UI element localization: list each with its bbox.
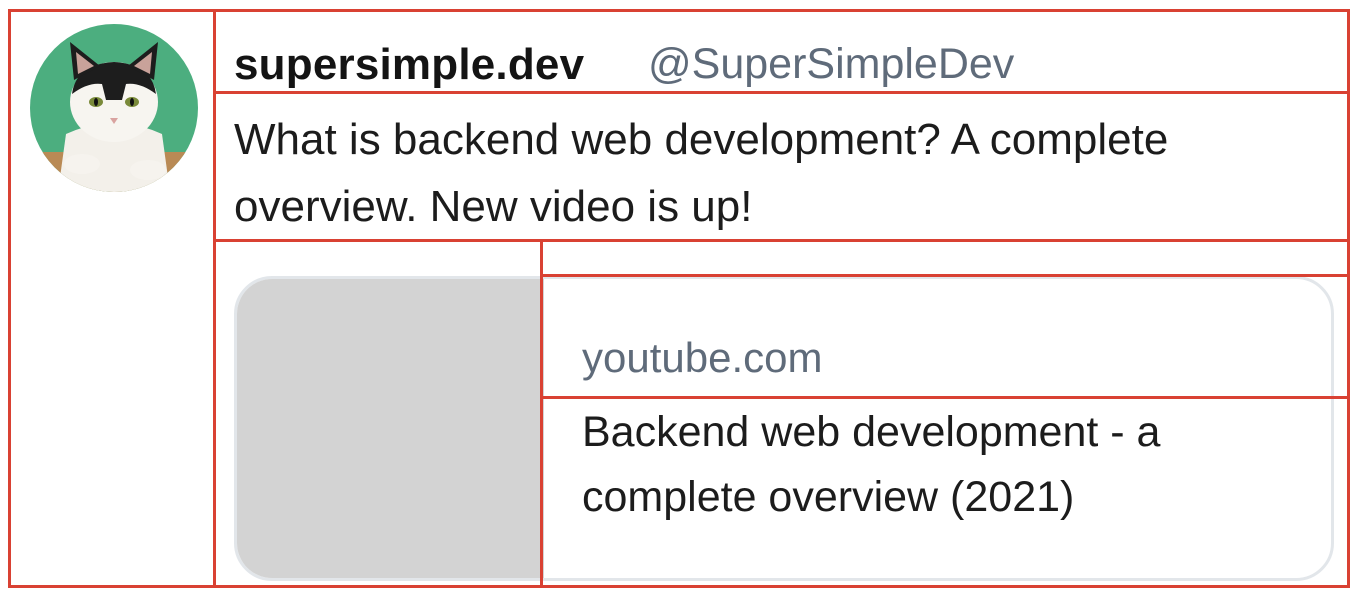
author-name[interactable]: supersimple.dev (234, 40, 584, 90)
tweet-text: What is backend web development? A compl… (234, 115, 1169, 231)
link-preview-thumbnail (237, 279, 544, 578)
link-preview-title[interactable]: Backend web development - a complete ove… (582, 400, 1322, 530)
preview-row-divider-top (543, 274, 1350, 277)
preview-row-divider-middle (543, 396, 1350, 399)
author-handle[interactable]: @SuperSimpleDev (648, 40, 1014, 89)
preview-column-divider (540, 239, 543, 588)
link-preview-domain: youtube.com (582, 334, 823, 381)
avatar[interactable] (30, 24, 198, 192)
cat-avatar-icon (30, 24, 198, 192)
